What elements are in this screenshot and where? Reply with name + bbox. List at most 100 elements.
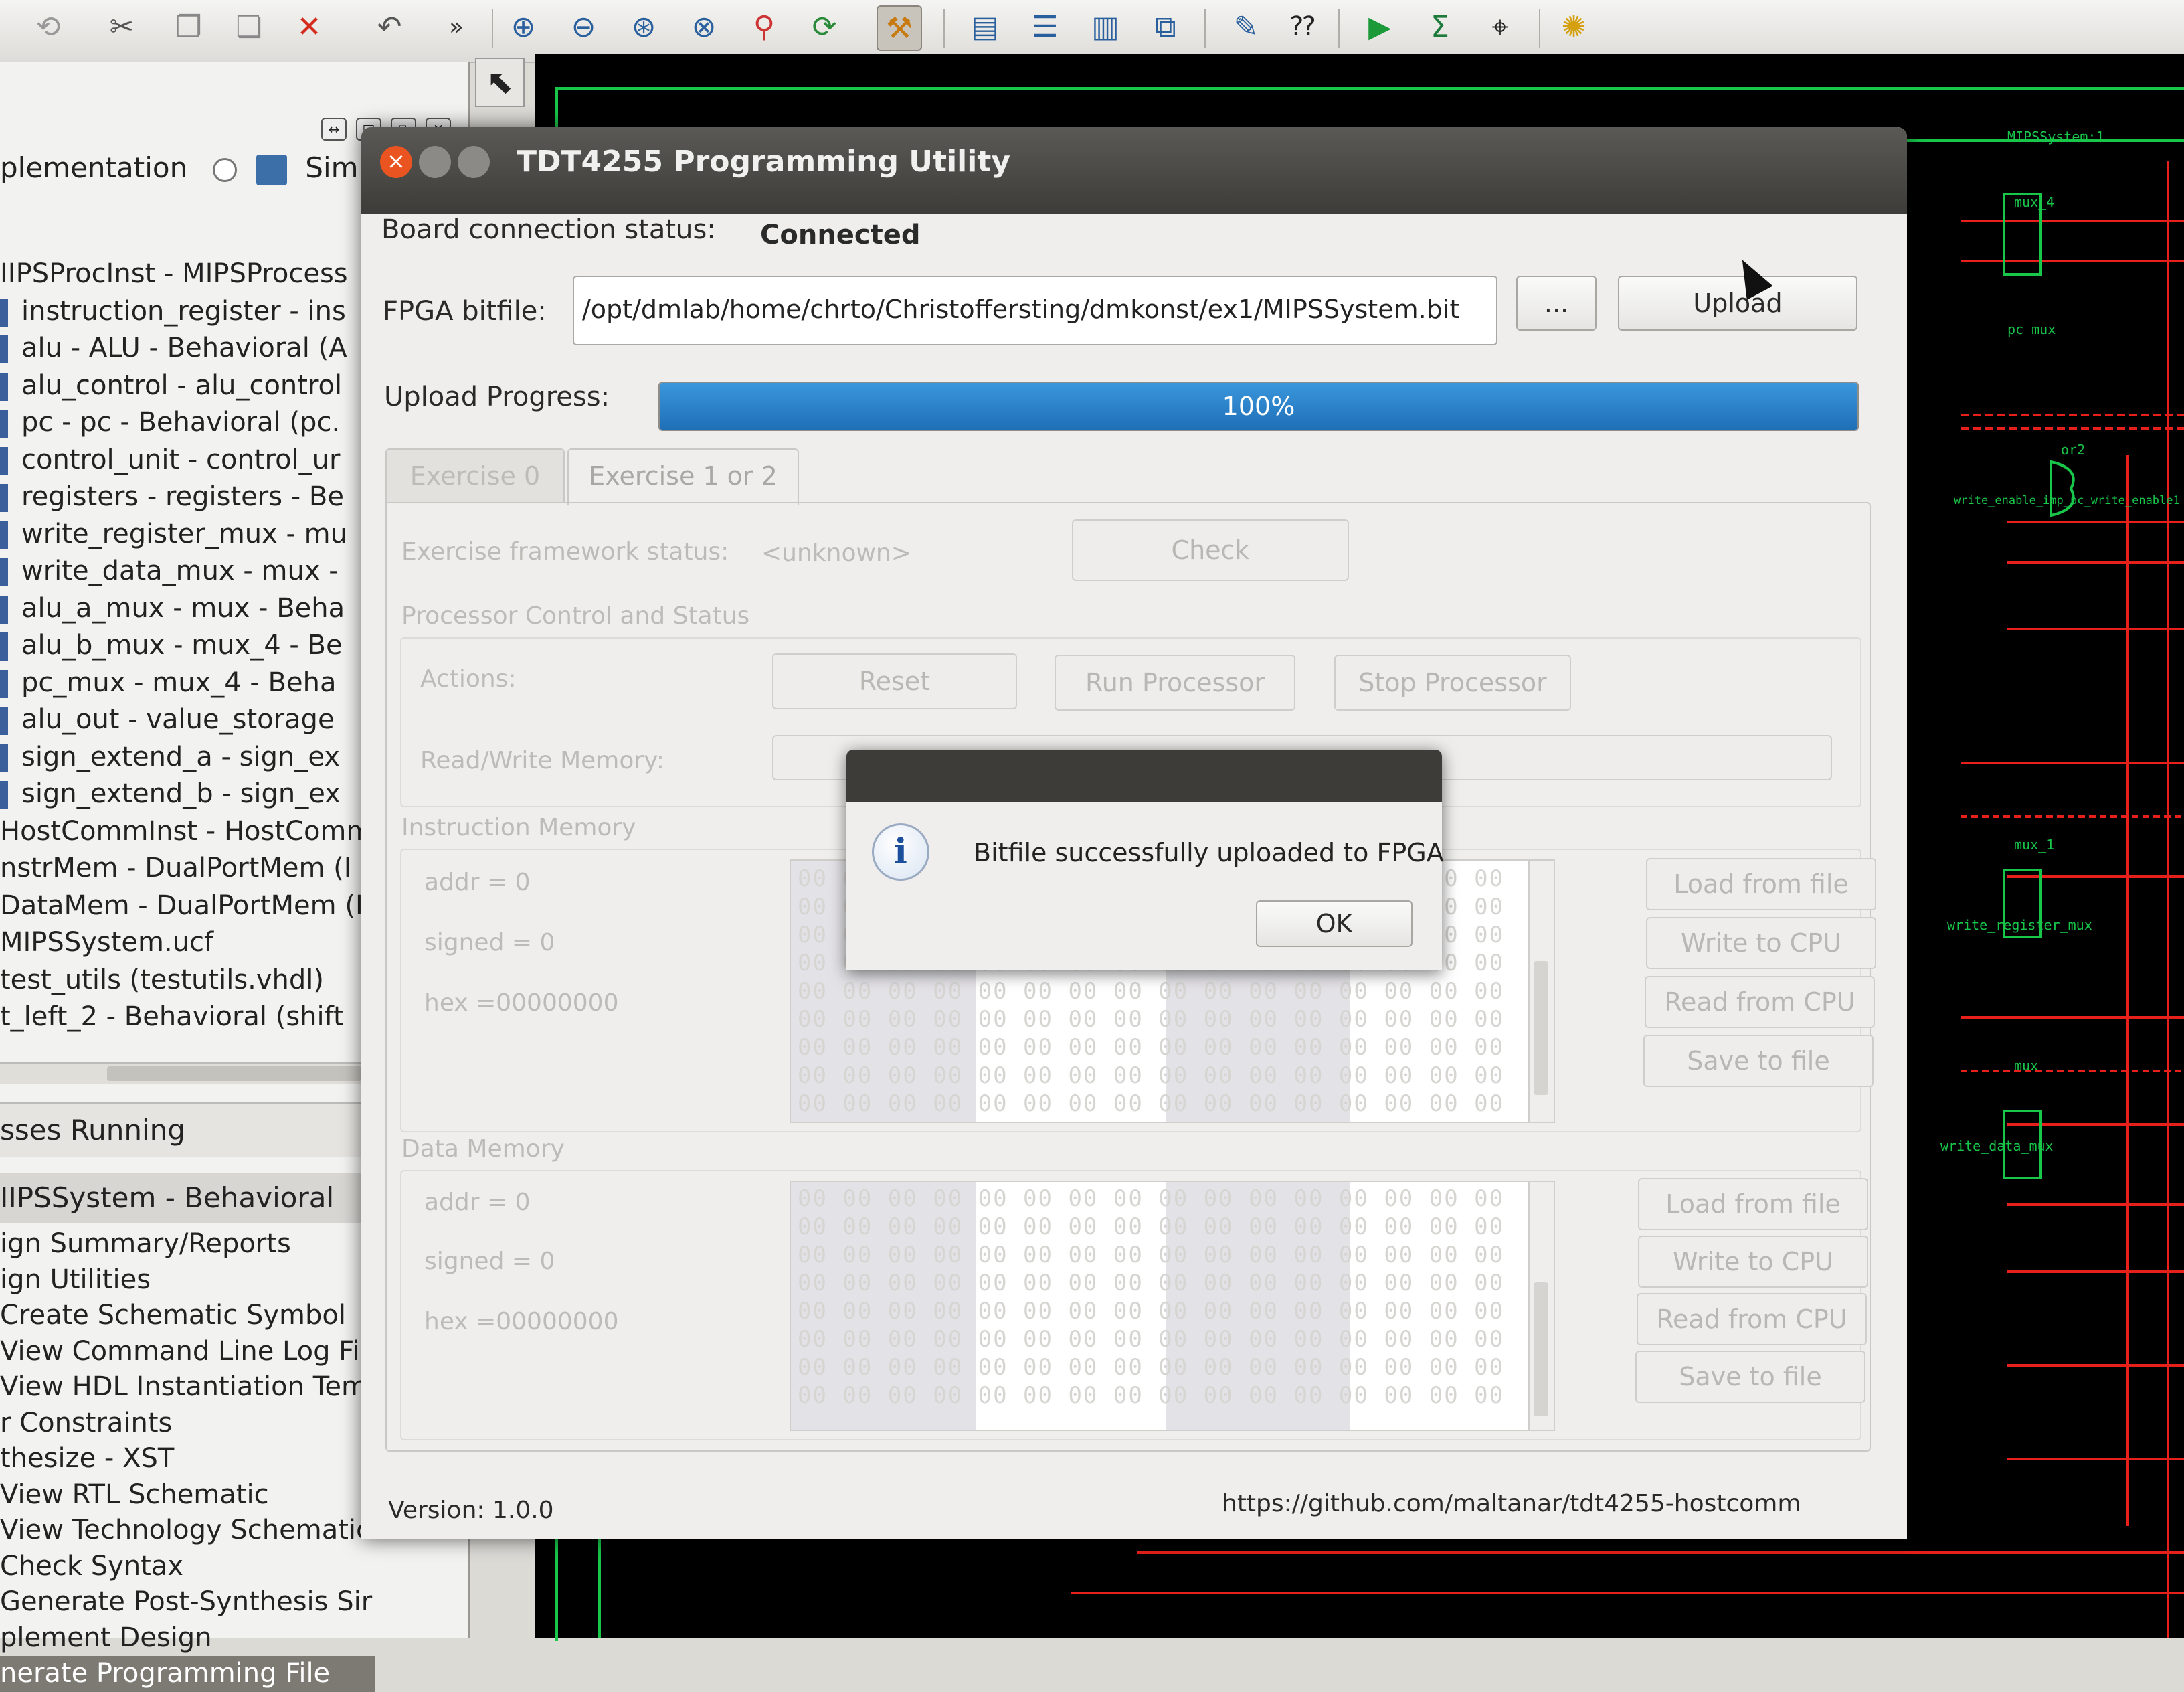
zoom-fit-icon[interactable]: ⊛ [622, 5, 665, 48]
copy-icon[interactable]: ❐ [167, 5, 210, 48]
tree-item[interactable]: IIPSProcInst - MIPSProcess [0, 256, 375, 293]
cascade-icon[interactable]: ▤ [964, 5, 1006, 48]
hammer-icon[interactable]: ⚒ [877, 5, 922, 51]
process-item[interactable]: ign Summary/Reports [0, 1226, 375, 1262]
lightbulb-icon[interactable]: ✺ [1552, 5, 1595, 48]
message-box-titlebar[interactable] [846, 750, 1442, 802]
zoom-in-icon[interactable]: ⊕ [502, 5, 545, 48]
tree-item[interactable]: alu_a_mux - mux - Beha [0, 590, 375, 628]
dmem-save-to-file-button[interactable]: Save to file [1635, 1351, 1865, 1403]
run-icon[interactable]: ▶ [1358, 5, 1401, 48]
tab-exercise-0[interactable]: Exercise 0 [385, 448, 565, 502]
hex-row: 00 00 00 00 00 00 00 00 00 00 00 00 00 0… [798, 1242, 1505, 1268]
process-item[interactable]: View RTL Schematic [0, 1477, 375, 1513]
imem-save-to-file-button[interactable]: Save to file [1643, 1035, 1874, 1087]
tree-item[interactable]: HostCommInst - HostComm [0, 813, 375, 851]
window-minimize-icon[interactable] [419, 146, 451, 178]
processes-top-module[interactable]: IIPSSystem - Behavioral [0, 1173, 375, 1223]
vhdl-file-icon [0, 372, 8, 401]
processor-group-title: Processor Control and Status [401, 602, 750, 630]
wrench-icon[interactable]: ✎ [1224, 5, 1267, 48]
progress-text: 100% [1222, 392, 1295, 421]
process-item[interactable]: Check Syntax [0, 1549, 375, 1585]
process-item[interactable]: Generate Post-Synthesis Sir [0, 1584, 375, 1620]
process-item[interactable]: View Technology Schematic [0, 1513, 375, 1549]
imem-read-from-cpu-button[interactable]: Read from CPU [1645, 976, 1875, 1028]
browse-button[interactable]: ... [1516, 276, 1597, 331]
tree-item[interactable]: write_register_mux - mu [0, 516, 375, 554]
tree-item[interactable]: alu_b_mux - mux_4 - Be [0, 627, 375, 665]
undo-icon[interactable]: ↶ [368, 5, 411, 48]
window-maximize-icon[interactable] [458, 146, 490, 178]
upload-button[interactable]: Upload [1618, 276, 1857, 331]
isim-icon [256, 154, 287, 185]
process-item[interactable]: ign Utilities [0, 1262, 375, 1298]
hierarchy-scrollbar[interactable] [0, 1062, 375, 1084]
stop-processor-button[interactable]: Stop Processor [1334, 655, 1571, 711]
help-icon[interactable]: ⁇ [1281, 5, 1324, 48]
tree-item[interactable]: test_utils (testutils.vhdl) [0, 962, 375, 999]
probe-icon[interactable]: ⚲ [743, 5, 786, 48]
tab-exercise-1-or-2[interactable]: Exercise 1 or 2 [567, 448, 799, 505]
tree-item[interactable]: write_data_mux - mux - [0, 553, 375, 590]
imem-scrollbar[interactable] [1528, 861, 1554, 1122]
vhdl-file-icon [0, 669, 8, 698]
paste-icon[interactable]: ❏ [227, 5, 270, 48]
select-pointer-icon[interactable]: ⬉ [475, 58, 525, 107]
window-icon[interactable]: ⧉ [1144, 5, 1187, 48]
simulation-radio[interactable] [212, 157, 237, 182]
tree-item[interactable]: t_left_2 - Behavioral (shift [0, 999, 375, 1036]
tree-item[interactable]: DataMem - DualPortMem (I [0, 887, 375, 925]
run-processor-button[interactable]: Run Processor [1055, 655, 1295, 711]
tree-item[interactable]: alu_out - value_storage [0, 701, 375, 739]
tree-item[interactable]: pc - pc - Behavioral (pc. [0, 404, 375, 442]
tree-item[interactable]: control_unit - control_ur [0, 442, 375, 479]
tree-item[interactable]: instruction_register - ins [0, 293, 375, 331]
reset-button[interactable]: Reset [772, 653, 1017, 709]
process-item[interactable]: plement Design [0, 1620, 375, 1657]
panel-float-icon[interactable]: ↔ [321, 118, 347, 141]
process-item[interactable]: r Constraints [0, 1406, 375, 1442]
telescope-icon[interactable]: ⌖ [1479, 5, 1522, 48]
zoom-out-icon[interactable]: ⊖ [562, 5, 605, 48]
tree-item[interactable]: alu_control - alu_control [0, 367, 375, 405]
tree-item[interactable]: sign_extend_b - sign_ex [0, 776, 375, 813]
tree-item[interactable]: nstrMem - DualPortMem (I [0, 850, 375, 887]
window-titlebar[interactable]: × TDT4255 Programming Utility [361, 127, 1907, 214]
bitfile-path-field[interactable]: /opt/dmlab/home/chrto/Christoffersting/d… [573, 276, 1497, 345]
undo-gray-icon[interactable]: ⟲ [27, 5, 70, 48]
tree-item[interactable]: sign_extend_a - sign_ex [0, 739, 375, 776]
delete-icon[interactable]: ✕ [288, 5, 331, 48]
imem-write-to-cpu-button[interactable]: Write to CPU [1646, 917, 1876, 969]
dmem-scrollbar[interactable] [1528, 1182, 1554, 1430]
check-button[interactable]: Check [1072, 519, 1349, 581]
tile-horizontal-icon[interactable]: ☰ [1024, 5, 1067, 48]
dmem-write-to-cpu-button[interactable]: Write to CPU [1638, 1236, 1868, 1288]
process-item[interactable]: thesize - XST [0, 1441, 375, 1477]
tree-item[interactable]: registers - registers - Be [0, 479, 375, 516]
tree-item[interactable]: pc_mux - mux_4 - Beha [0, 665, 375, 702]
zoom-area-icon[interactable]: ⊗ [682, 5, 725, 48]
tile-vertical-icon[interactable]: ▥ [1084, 5, 1127, 48]
tree-item[interactable]: MIPSSystem.ucf [0, 924, 375, 962]
process-item[interactable]: View Command Line Log Fil [0, 1334, 375, 1370]
more-icon[interactable]: » [435, 5, 478, 48]
refresh-icon[interactable]: ⟳ [803, 5, 846, 48]
dmem-read-from-cpu-button[interactable]: Read from CPU [1637, 1293, 1867, 1345]
vhdl-file-icon [0, 335, 8, 363]
window-close-icon[interactable]: × [380, 146, 412, 178]
sigma-icon[interactable]: Σ [1419, 5, 1461, 48]
data-memory-hex-view[interactable]: 00 00 00 00 00 00 00 00 00 00 00 00 00 0… [790, 1181, 1555, 1431]
tree-item[interactable]: alu - ALU - Behavioral (A [0, 330, 375, 367]
ok-button[interactable]: OK [1256, 900, 1413, 947]
project-url-link[interactable]: https://github.com/maltanar/tdt4255-host… [1222, 1490, 1801, 1517]
process-item[interactable]: Create Schematic Symbol [0, 1298, 375, 1334]
rw-memory-label: Read/Write Memory: [420, 747, 664, 774]
process-item-selected[interactable]: nerate Programming File [0, 1656, 375, 1692]
schematic-mux-label: mux [2014, 1058, 2039, 1074]
bitfile-label: FPGA bitfile: [383, 296, 547, 327]
imem-load-from-file-button[interactable]: Load from file [1646, 858, 1876, 910]
process-item[interactable]: View HDL Instantiation Tem [0, 1369, 375, 1406]
dmem-load-from-file-button[interactable]: Load from file [1638, 1178, 1868, 1230]
cut-icon[interactable]: ✂ [100, 5, 143, 48]
